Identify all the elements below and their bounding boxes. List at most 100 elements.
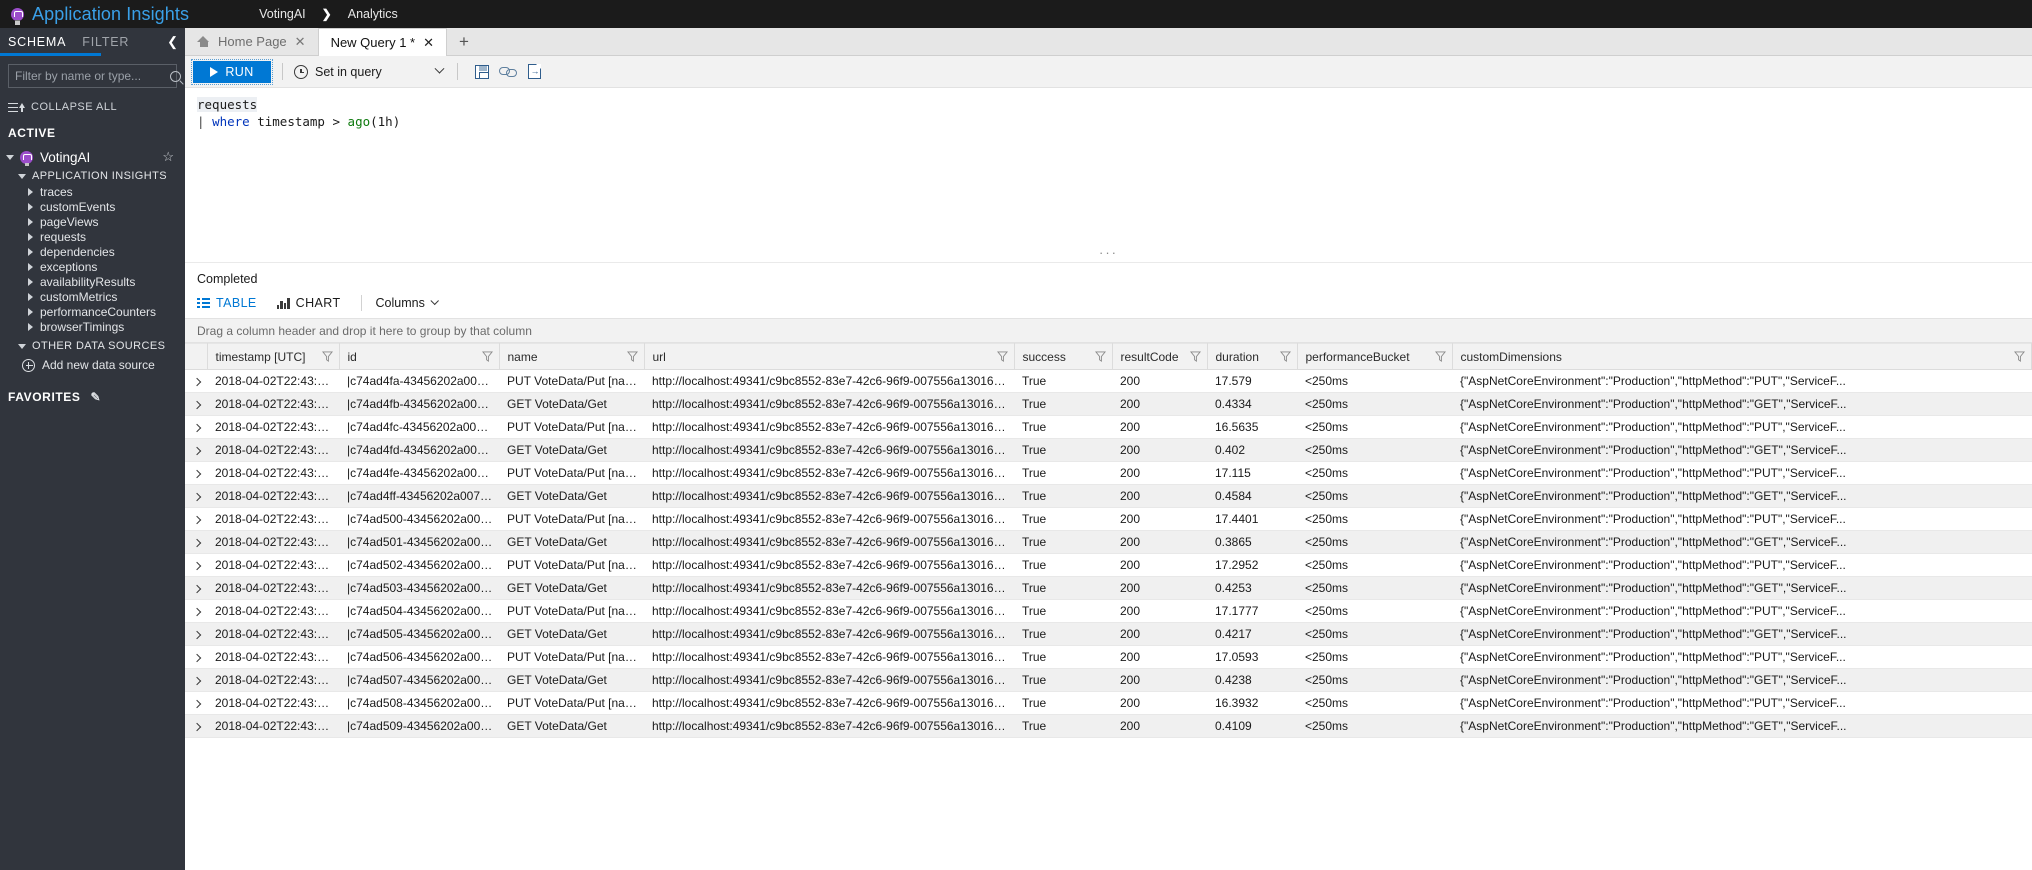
row-expander[interactable]	[185, 392, 207, 416]
results-grid-wrap[interactable]: timestamp [UTC] id name url success resultCod…	[185, 343, 2032, 870]
tree-node-votingai[interactable]: VotingAI ☆	[0, 146, 185, 168]
table-row[interactable]: 2018-04-02T22:43:31.541|c74ad504-4345620…	[185, 599, 2032, 623]
filter-funnel-icon[interactable]	[1189, 351, 1201, 362]
row-expander[interactable]	[185, 369, 207, 393]
chevron-down-icon[interactable]	[18, 343, 26, 349]
column-header-resultcode[interactable]: resultCode	[1112, 343, 1208, 370]
filter-funnel-icon[interactable]	[1279, 351, 1291, 362]
run-button[interactable]: RUN	[191, 58, 273, 85]
schema-filter-box[interactable]	[8, 64, 181, 88]
table-row[interactable]: 2018-04-02T22:43:31.064|c74ad4ff-4345620…	[185, 484, 2032, 508]
close-icon[interactable]: ✕	[423, 35, 434, 51]
column-header-success[interactable]: success	[1014, 343, 1113, 370]
row-expander[interactable]	[185, 645, 207, 669]
table-row[interactable]: 2018-04-02T22:43:31.375|c74ad502-4345620…	[185, 553, 2032, 577]
table-row[interactable]: 2018-04-02T22:43:30.233|c74ad4fd-4345620…	[185, 438, 2032, 462]
table-row[interactable]: 2018-04-02T22:43:31.750|c74ad507-4345620…	[185, 668, 2032, 692]
column-header-timestamp-utc[interactable]: timestamp [UTC]	[207, 343, 340, 370]
row-expander[interactable]	[185, 714, 207, 738]
tree-group-other-data-sources[interactable]: OTHER DATA SOURCES	[0, 338, 185, 354]
chevron-down-icon[interactable]	[434, 63, 445, 74]
table-row[interactable]: 2018-04-02T22:43:30.004|c74ad4fa-4345620…	[185, 369, 2032, 393]
filter-funnel-icon[interactable]	[481, 351, 493, 362]
row-expander[interactable]	[185, 415, 207, 439]
sidebar-table-requests[interactable]: requests	[0, 229, 185, 244]
pencil-icon[interactable]: ✎	[91, 390, 102, 404]
chevron-right-icon[interactable]	[28, 232, 33, 241]
column-header-duration[interactable]: duration	[1207, 343, 1298, 370]
column-header-customdimensions[interactable]: customDimensions	[1452, 343, 2032, 370]
row-expander[interactable]	[185, 576, 207, 600]
table-row[interactable]: 2018-04-02T22:43:31.038|c74ad4fe-4345620…	[185, 461, 2032, 485]
breadcrumb-item-analytics[interactable]: Analytics	[348, 7, 398, 21]
row-expander[interactable]	[185, 507, 207, 531]
row-expander[interactable]	[185, 438, 207, 462]
sidebar-table-browsertimings[interactable]: browserTimings	[0, 319, 185, 334]
table-row[interactable]: 2018-04-02T22:43:31.895|c74ad508-4345620…	[185, 691, 2032, 715]
table-row[interactable]: 2018-04-02T22:43:31.197|c74ad500-4345620…	[185, 507, 2032, 531]
column-header-name[interactable]: name	[499, 343, 645, 370]
tab-chart-view[interactable]: CHART	[276, 296, 361, 310]
filter-funnel-icon[interactable]	[1094, 351, 1106, 362]
row-expander[interactable]	[185, 599, 207, 623]
sidebar-table-custommetrics[interactable]: customMetrics	[0, 289, 185, 304]
sidebar-table-exceptions[interactable]: exceptions	[0, 259, 185, 274]
table-row[interactable]: 2018-04-02T22:43:30.029|c74ad4fb-4345620…	[185, 392, 2032, 416]
copy-link-button[interactable]	[495, 59, 521, 85]
tab-home-page[interactable]: Home Page ✕	[185, 28, 318, 55]
query-line-1[interactable]: requests	[185, 96, 2032, 113]
chevron-down-icon[interactable]	[18, 173, 26, 179]
table-row[interactable]: 2018-04-02T22:43:31.221|c74ad501-4345620…	[185, 530, 2032, 554]
tab-schema[interactable]: SCHEMA	[0, 28, 74, 56]
new-tab-button[interactable]: +	[447, 29, 481, 55]
table-row[interactable]: 2018-04-02T22:43:31.920|c74ad509-4345620…	[185, 714, 2032, 738]
filter-funnel-icon[interactable]	[996, 351, 1008, 362]
chevron-right-icon[interactable]	[28, 247, 33, 256]
row-expander[interactable]	[185, 668, 207, 692]
query-editor[interactable]: requests | where timestamp > ago(1h) ···	[185, 88, 2032, 263]
tab-new-query-1[interactable]: New Query 1 * ✕	[317, 28, 448, 56]
row-expander[interactable]	[185, 461, 207, 485]
chevron-down-icon[interactable]	[6, 154, 14, 160]
close-icon[interactable]: ✕	[295, 34, 306, 50]
table-row[interactable]: 2018-04-02T22:43:30.209|c74ad4fc-4345620…	[185, 415, 2032, 439]
column-header-url[interactable]: url	[644, 343, 1015, 370]
breadcrumb-item-votingai[interactable]: VotingAI	[259, 7, 306, 21]
time-range-picker[interactable]: Set in query	[294, 64, 412, 79]
collapse-all-button[interactable]: COLLAPSE ALL	[0, 92, 185, 122]
table-row[interactable]: 2018-04-02T22:43:31.725|c74ad506-4345620…	[185, 645, 2032, 669]
pane-splitter-handle[interactable]: ···	[185, 245, 2032, 260]
chevron-right-icon[interactable]	[28, 292, 33, 301]
save-button[interactable]	[469, 59, 495, 85]
chevron-right-icon[interactable]	[28, 262, 33, 271]
star-icon[interactable]: ☆	[162, 149, 174, 165]
filter-funnel-icon[interactable]	[321, 351, 333, 362]
query-line-2[interactable]: | where timestamp > ago(1h)	[185, 113, 2032, 130]
row-expander[interactable]	[185, 530, 207, 554]
columns-button[interactable]: Columns	[376, 296, 439, 310]
chevron-right-icon[interactable]	[28, 307, 33, 316]
filter-funnel-icon[interactable]	[626, 351, 638, 362]
table-row[interactable]: 2018-04-02T22:43:31.399|c74ad503-4345620…	[185, 576, 2032, 600]
filter-funnel-icon[interactable]	[1434, 351, 1446, 362]
column-header-id[interactable]: id	[339, 343, 500, 370]
tab-table-view[interactable]: TABLE	[197, 296, 277, 310]
row-expander[interactable]	[185, 553, 207, 577]
row-expander[interactable]	[185, 691, 207, 715]
chevron-right-icon[interactable]	[28, 277, 33, 286]
export-button[interactable]	[521, 59, 547, 85]
chevron-right-icon[interactable]	[28, 322, 33, 331]
chevron-right-icon[interactable]	[28, 202, 33, 211]
sidebar-table-availabilityresults[interactable]: availabilityResults	[0, 274, 185, 289]
tab-filter[interactable]: FILTER	[74, 28, 137, 56]
time-range-chevron-wrap[interactable]	[434, 63, 445, 75]
chevron-right-icon[interactable]	[28, 217, 33, 226]
add-new-data-source-button[interactable]: Add new data source	[0, 354, 185, 376]
sidebar-table-traces[interactable]: traces	[0, 184, 185, 199]
sidebar-table-pageviews[interactable]: pageViews	[0, 214, 185, 229]
sidebar-table-customevents[interactable]: customEvents	[0, 199, 185, 214]
group-by-dropzone[interactable]: Drag a column header and drop it here to…	[185, 318, 2032, 343]
table-row[interactable]: 2018-04-02T22:43:31.566|c74ad505-4345620…	[185, 622, 2032, 646]
column-header-performancebucket[interactable]: performanceBucket	[1297, 343, 1453, 370]
chevron-right-icon[interactable]	[28, 187, 33, 196]
